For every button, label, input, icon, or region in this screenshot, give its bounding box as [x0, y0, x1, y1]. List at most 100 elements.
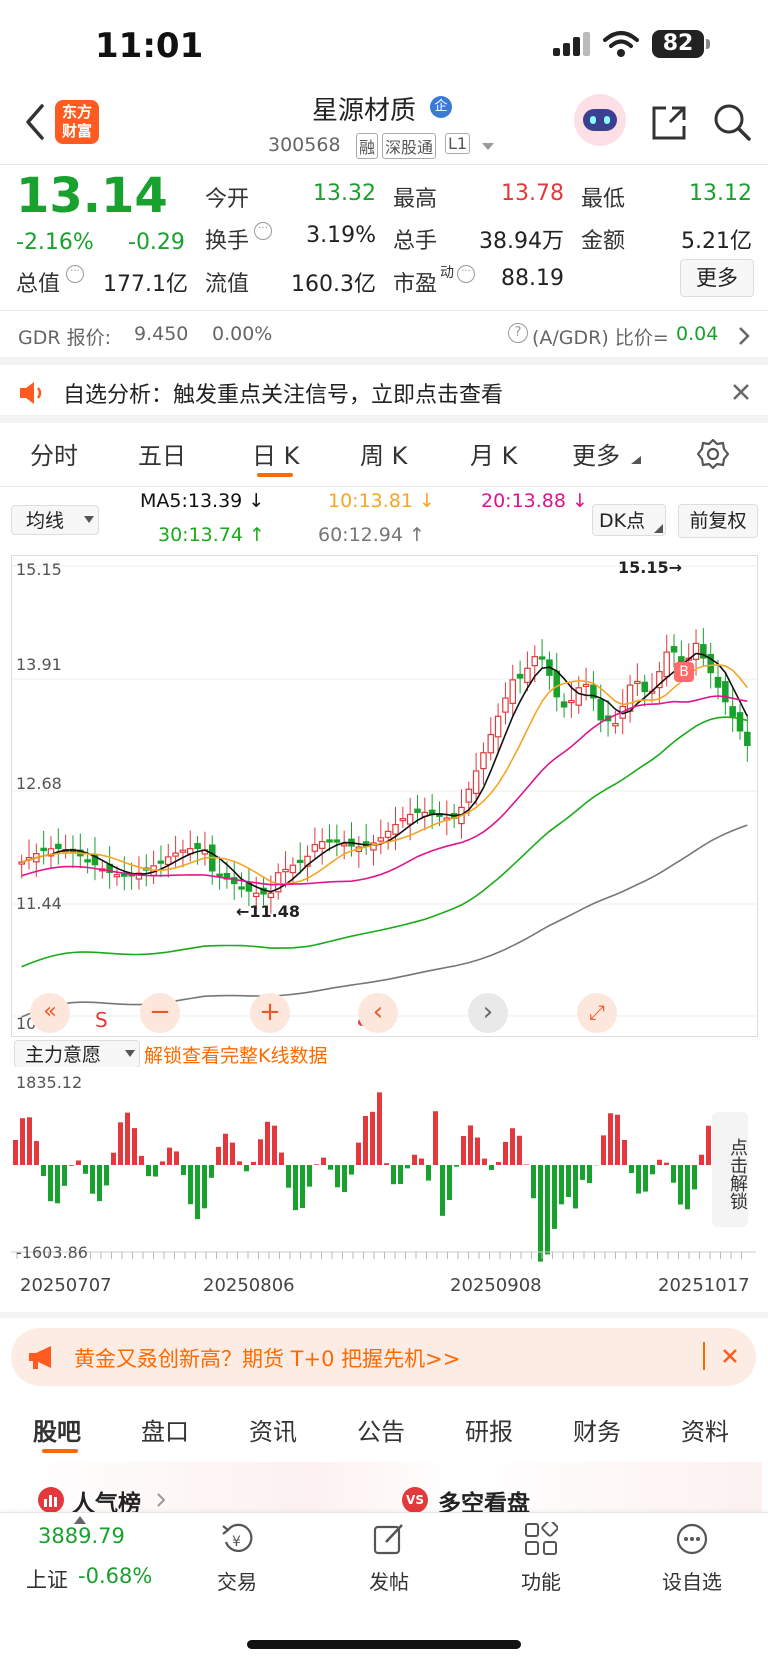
tab-more[interactable]: 更多	[572, 436, 620, 471]
candle-body	[532, 657, 537, 666]
zoom-in-icon[interactable]: +	[250, 993, 290, 1033]
low-value: 13.12	[670, 181, 752, 206]
tab-research[interactable]: 研报	[465, 1412, 513, 1447]
ma5-value: MA5:13.39 ↓	[140, 490, 264, 512]
active-bottom-tab-indicator	[42, 1449, 78, 1453]
buy-marker[interactable]: B	[674, 662, 694, 682]
ad-divider	[703, 1342, 705, 1370]
ma30-text: 30:13.74	[158, 524, 243, 546]
tab-weekly-k[interactable]: 周 K	[360, 436, 407, 471]
indicator-bar	[300, 1165, 305, 1208]
gdr-label: GDR 报价:	[18, 323, 111, 350]
trade-icon: ¥	[220, 1522, 256, 1556]
gear-icon[interactable]	[697, 438, 729, 470]
indicator-bar	[503, 1142, 508, 1165]
robot-avatar-icon[interactable]	[574, 94, 626, 146]
indicator-bar	[307, 1165, 312, 1187]
stock-header: 东方 财富 星源材质 企 300568 融 深股通 L1	[0, 90, 768, 164]
pe-value: 88.19	[490, 266, 564, 291]
indicator-bar	[475, 1137, 480, 1165]
adjust-button[interactable]: 前复权	[678, 504, 758, 538]
x-tick-3: 20250908	[450, 1275, 542, 1296]
indicator-bar	[160, 1161, 165, 1165]
indicator-bar	[139, 1156, 144, 1165]
tab-announcements[interactable]: 公告	[357, 1412, 405, 1447]
volume-value: 38.94万	[470, 223, 564, 255]
float-value: 160.3亿	[278, 266, 376, 298]
indicator-bar	[314, 1164, 319, 1165]
tab-news[interactable]: 资讯	[249, 1412, 297, 1447]
ad-banner[interactable]: 黄金又叒创新高？期货 T+0 把握先机>>	[11, 1328, 756, 1386]
share-icon[interactable]	[650, 104, 688, 142]
tab-five-day[interactable]: 五日	[138, 436, 186, 471]
indicator-bar	[622, 1140, 627, 1165]
indicator-bar	[321, 1158, 326, 1165]
candle-body	[378, 838, 383, 841]
indicator-bar	[293, 1165, 298, 1210]
dropdown-icon[interactable]	[481, 142, 495, 152]
ma10-value: 10:13.81 ↓	[328, 490, 435, 512]
float-label: 流值	[205, 266, 249, 298]
tab-guba[interactable]: 股吧	[33, 1412, 81, 1447]
indicator-bar	[608, 1113, 613, 1165]
indicator-selector[interactable]: 主力意愿	[14, 1040, 140, 1068]
indicator-bar	[363, 1116, 368, 1165]
indicator-bar	[629, 1165, 634, 1173]
chevron-right-icon[interactable]: ›	[468, 993, 508, 1033]
x-tick-4: 20251017	[658, 1275, 750, 1296]
back-icon[interactable]	[24, 104, 46, 140]
indicator-bar	[223, 1134, 228, 1165]
tab-profile[interactable]: 资料	[681, 1412, 729, 1447]
indicator-bar	[111, 1153, 116, 1165]
indicator-bar	[496, 1162, 501, 1165]
candle-body	[217, 874, 222, 876]
indicator-bar	[356, 1143, 361, 1165]
help-icon[interactable]: ?	[508, 323, 528, 343]
unlock-link[interactable]: 解锁查看完整K线数据	[144, 1041, 327, 1068]
candle-body	[254, 893, 259, 896]
chevron-right-icon	[156, 1492, 166, 1508]
indicator-bar	[643, 1165, 648, 1192]
index-name[interactable]: 上证	[26, 1564, 68, 1594]
tab-daily-k[interactable]: 日 K	[252, 436, 299, 471]
indicator-chart[interactable]	[11, 1067, 756, 1263]
side-unlock-button[interactable]: 点击解锁	[712, 1112, 748, 1227]
y-tick-2: 13.91	[16, 655, 62, 674]
close-icon[interactable]	[732, 383, 750, 401]
indicator-bar	[601, 1135, 606, 1165]
close-icon[interactable]	[722, 1348, 738, 1364]
status-bar: 11:01 82	[0, 0, 768, 90]
logo-line-2: 财富	[55, 122, 99, 141]
info-icon[interactable]: ···	[254, 222, 272, 240]
tab-intraday[interactable]: 分时	[30, 436, 78, 471]
zoom-out-icon[interactable]: −	[140, 993, 180, 1033]
search-icon[interactable]	[712, 102, 752, 142]
index-change[interactable]: -0.68%	[78, 1564, 152, 1588]
tab-pankou[interactable]: 盘口	[141, 1412, 189, 1447]
tab-monthly-k[interactable]: 月 K	[470, 436, 517, 471]
tab-finance[interactable]: 财务	[573, 1412, 621, 1447]
indicator-bar	[412, 1155, 417, 1165]
open-value: 13.32	[300, 181, 376, 206]
sell-marker[interactable]: S	[95, 1008, 108, 1032]
info-icon[interactable]: ···	[457, 265, 475, 283]
low-label: 最低	[581, 181, 625, 213]
rewind-icon[interactable]: «	[30, 993, 70, 1033]
indicator-bar	[202, 1165, 207, 1208]
kline-chart[interactable]	[11, 555, 758, 1037]
info-icon[interactable]: ···	[66, 265, 84, 283]
expand-icon[interactable]: ⤢	[577, 993, 617, 1033]
indicator-bar	[664, 1163, 669, 1165]
index-value[interactable]: 3889.79	[38, 1524, 125, 1548]
indicator-bar	[216, 1147, 221, 1165]
more-button[interactable]: 更多	[680, 259, 754, 297]
candle-body	[693, 643, 698, 659]
candle-body	[635, 681, 640, 683]
candle-body	[730, 707, 735, 717]
indicator-bar	[34, 1141, 39, 1165]
wifi-icon	[603, 30, 639, 58]
indicator-bar	[48, 1165, 53, 1201]
chevron-left-icon[interactable]: ‹	[358, 993, 398, 1033]
indicator-label: 主力意愿	[25, 1044, 101, 1066]
grid-icon	[524, 1522, 558, 1556]
